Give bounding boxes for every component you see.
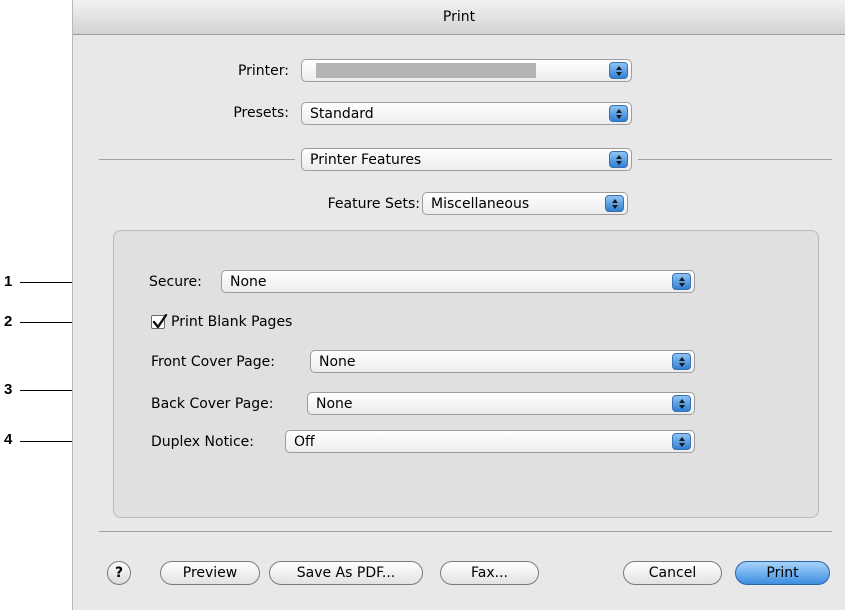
secure-label: Secure: — [149, 274, 202, 290]
callout-3: 3 — [4, 381, 13, 398]
popup-arrows-icon — [672, 395, 691, 412]
feature-sets-popup[interactable]: Miscellaneous — [422, 192, 628, 215]
back-cover-label: Back Cover Page: — [151, 396, 274, 412]
help-button[interactable]: ? — [107, 561, 131, 585]
callout-4: 4 — [4, 431, 13, 448]
separator-left — [99, 159, 295, 160]
callout-1: 1 — [4, 273, 13, 290]
presets-popup[interactable]: Standard — [301, 102, 632, 125]
presets-value: Standard — [310, 105, 374, 122]
separator-right — [638, 159, 832, 160]
presets-label: Presets: — [233, 105, 289, 121]
duplex-notice-value: Off — [294, 433, 315, 450]
pane-popup[interactable]: Printer Features — [301, 148, 632, 171]
popup-arrows-icon — [609, 62, 628, 79]
cancel-button[interactable]: Cancel — [623, 561, 722, 585]
front-cover-label: Front Cover Page: — [151, 354, 275, 370]
title-bar: Print — [73, 0, 845, 35]
window-title: Print — [442, 9, 476, 25]
print-dialog: Print Printer: Presets: Standard Printer… — [72, 0, 845, 610]
printer-popup[interactable] — [301, 59, 632, 82]
duplex-notice-popup[interactable]: Off — [285, 430, 695, 453]
callout-2: 2 — [4, 313, 13, 330]
popup-arrows-icon — [672, 353, 691, 370]
front-cover-value: None — [319, 353, 356, 370]
front-cover-popup[interactable]: None — [310, 350, 695, 373]
print-blank-pages-label[interactable]: Print Blank Pages — [171, 314, 292, 330]
back-cover-popup[interactable]: None — [307, 392, 695, 415]
popup-arrows-icon — [672, 433, 691, 450]
bottom-separator — [99, 531, 832, 532]
printer-label: Printer: — [237, 63, 289, 79]
back-cover-value: None — [316, 395, 353, 412]
popup-arrows-icon — [672, 273, 691, 290]
feature-sets-label: Feature Sets: — [327, 196, 420, 212]
popup-arrows-icon — [605, 195, 624, 212]
popup-arrows-icon — [609, 105, 628, 122]
secure-popup[interactable]: None — [221, 270, 695, 293]
print-button[interactable]: Print — [735, 561, 830, 585]
print-blank-pages-checkbox[interactable] — [151, 314, 168, 329]
save-as-pdf-button[interactable]: Save As PDF... — [269, 561, 423, 585]
checkmark-icon — [152, 314, 168, 329]
duplex-notice-label: Duplex Notice: — [151, 434, 254, 450]
pane-value: Printer Features — [310, 151, 422, 168]
fax-button[interactable]: Fax... — [440, 561, 539, 585]
secure-value: None — [230, 273, 267, 290]
preview-button[interactable]: Preview — [160, 561, 260, 585]
printer-name-redacted — [316, 63, 536, 78]
popup-arrows-icon — [609, 151, 628, 168]
feature-sets-value: Miscellaneous — [431, 195, 530, 212]
